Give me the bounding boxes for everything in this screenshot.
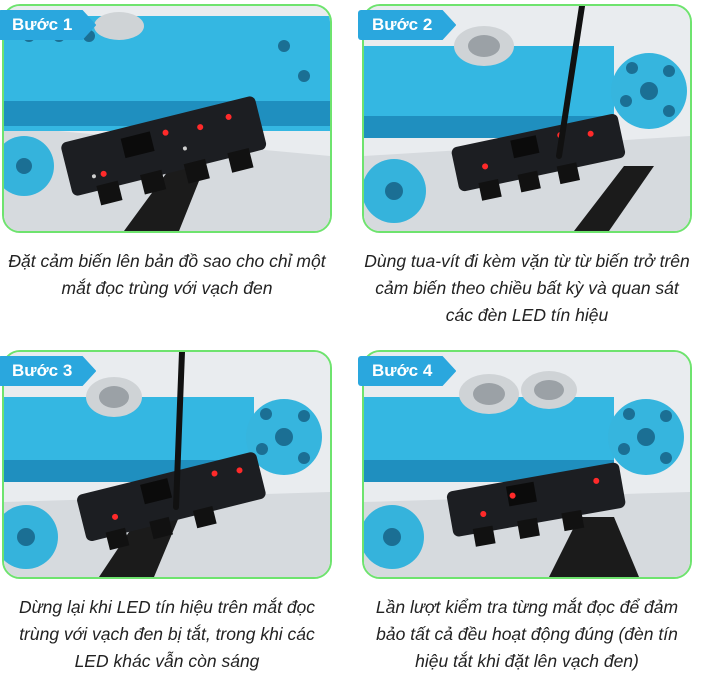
step-badge: Bước 1 — [0, 10, 97, 40]
step-badge: Bước 2 — [358, 10, 457, 40]
step-caption: Lần lượt kiểm tra từng mắt đọc để đảm bả… — [375, 597, 679, 671]
step-badge: Bước 4 — [358, 356, 457, 386]
step-caption: Đặt cảm biến lên bản đồ sao cho chỉ một … — [8, 251, 326, 298]
step-caption: Dừng lại khi LED tín hiệu trên mắt đọc t… — [18, 597, 316, 671]
step-badge: Bước 3 — [0, 356, 97, 386]
step-caption: Dùng tua-vít đi kèm vặn từ từ biến trở t… — [364, 251, 690, 325]
